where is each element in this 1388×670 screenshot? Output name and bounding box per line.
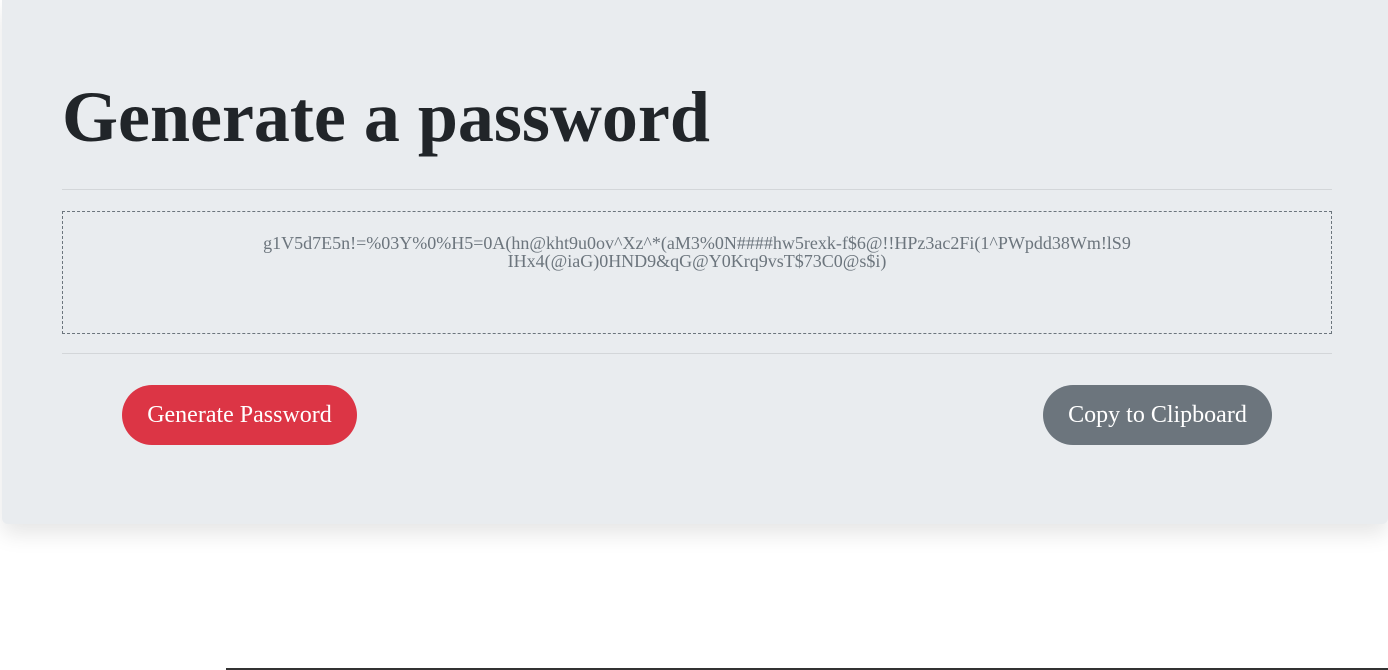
password-output[interactable]: g1V5d7E5n!=%03Y%0%H5=0A(hn@kht9u0ov^Xz^*… xyxy=(62,211,1332,334)
generate-password-button[interactable]: Generate Password xyxy=(122,385,357,445)
password-generator-card: Generate a password g1V5d7E5n!=%03Y%0%H5… xyxy=(2,0,1388,524)
divider-top xyxy=(62,189,1332,190)
divider-bottom xyxy=(62,353,1332,354)
page-title: Generate a password xyxy=(62,77,710,157)
copy-to-clipboard-button[interactable]: Copy to Clipboard xyxy=(1043,385,1272,445)
